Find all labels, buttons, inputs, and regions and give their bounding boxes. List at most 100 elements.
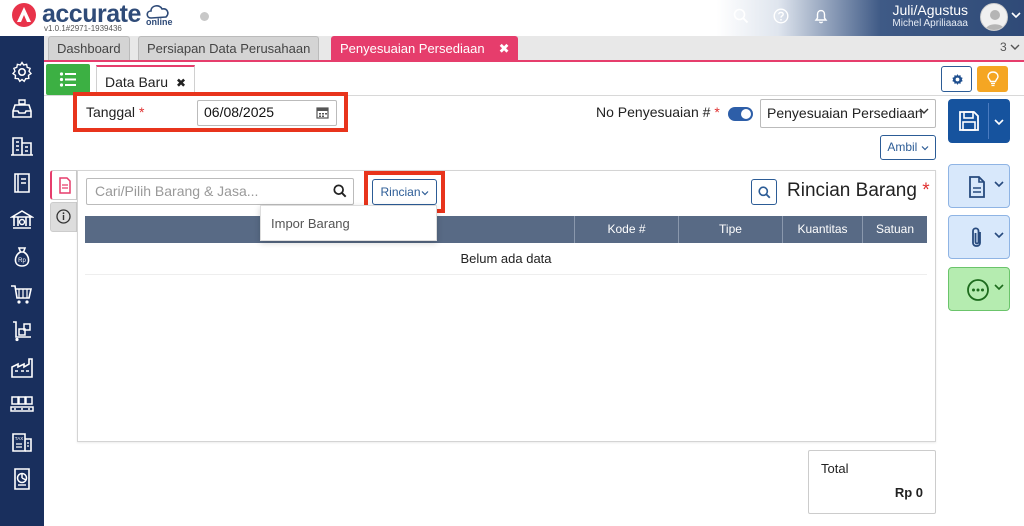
help-icon[interactable] [773,8,789,24]
col-tipe[interactable]: Tipe [678,216,782,243]
left-sidebar: Rp TAX [0,36,44,526]
ledger-book-icon[interactable] [10,171,34,195]
period-label: Juli/Agustus [892,2,968,18]
tab-info[interactable] [50,202,77,232]
required-mark: * [922,180,930,201]
close-icon[interactable]: ✖ [499,41,510,56]
col-kode[interactable]: Kode # [574,216,678,243]
settings-gear-icon[interactable] [10,60,34,84]
inbox-tray-icon[interactable] [10,97,34,121]
save-disk-icon [959,111,979,131]
status-dot [200,12,209,21]
no-penyesuaian-select[interactable]: Penyesuaian Persediaan [760,99,936,128]
chevron-down-icon[interactable] [994,118,1004,126]
total-label: Total [821,461,849,476]
tips-button[interactable] [977,66,1008,92]
subtab-label: Data Baru [105,74,169,90]
chevron-down-icon [1010,44,1020,50]
money-bag-icon[interactable]: Rp [10,245,34,269]
more-dots-icon [967,279,989,301]
menu-item-impor-barang[interactable]: Impor Barang [271,216,350,231]
avatar[interactable] [980,3,1008,31]
chevron-down-icon [994,231,1004,242]
required-mark: * [138,104,145,120]
factory-icon[interactable] [10,356,34,380]
sub-tab-bar: Data Baru ✖ [44,62,1024,96]
col-kuantitas[interactable]: Kuantitas [782,216,862,243]
save-button[interactable] [948,99,1010,143]
tab-dashboard[interactable]: Dashboard [48,36,130,60]
conveyor-boxes-icon[interactable] [10,393,34,417]
select-value: Penyesuaian Persediaan [767,105,923,121]
chevron-down-icon [994,283,1004,294]
chevron-down-icon [919,107,929,118]
search-icon[interactable] [333,184,347,198]
total-value: Rp 0 [894,485,923,500]
user-menu-chevron-icon[interactable] [1011,11,1021,22]
tab-persiapan-data-perusahaan[interactable]: Persiapan Data Perusahaan [138,36,320,60]
list-icon [59,72,76,87]
attachment-button[interactable] [948,215,1010,259]
tab-label: Penyesuaian Persediaan [340,41,485,56]
calendar-icon[interactable] [316,106,329,119]
main-tab-bar: Dashboard Persiapan Data Perusahaan Peny… [44,36,1024,62]
svg-text:Rp: Rp [18,258,26,264]
chevron-down-icon [994,180,1004,191]
tanggal-value: 06/08/2025 [204,104,275,120]
tab-penyesuaian-persediaan[interactable]: Penyesuaian Persediaan ✖ [331,36,519,60]
rincian-dropdown-button[interactable]: Rincian [372,179,437,205]
empty-table-message: Belum ada data [85,243,927,275]
tab-label: Persiapan Data Perusahaan [147,41,311,56]
tanggal-label: Tanggal * [86,104,144,120]
document-icon [969,176,985,198]
ambil-button[interactable]: Ambil [880,135,936,160]
item-search-input[interactable]: Cari/Pilih Barang & Jasa... [86,178,354,205]
tab-count: 3 [999,40,1007,54]
app-window: accurate online v1.0.1#2971-1939436 Juli… [0,0,1024,526]
split-divider [988,103,989,139]
user-name: Michel Apriliaaaa [892,18,968,29]
top-header: accurate online v1.0.1#2971-1939436 Juli… [0,0,1024,36]
search-icon[interactable] [733,8,749,24]
no-penyesuaian-label-text: No Penyesuaian # [596,104,711,120]
search-detail-button[interactable] [751,179,777,205]
document-icon [59,177,71,194]
report-chart-icon[interactable] [10,467,34,491]
table-header: Kode # Tipe Kuantitas Satuan [85,216,927,243]
tanggal-label-text: Tanggal [86,104,136,120]
total-summary: Total Rp 0 [808,450,936,514]
shopping-cart-icon[interactable] [10,282,34,306]
no-penyesuaian-label: No Penyesuaian # * [596,104,720,120]
tanggal-date-field[interactable]: 06/08/2025 [197,100,337,126]
panel-title: Rincian Barang * [787,180,930,202]
rincian-panel [77,170,936,442]
gear-icon [952,74,963,85]
tax-document-icon[interactable]: TAX [10,430,34,454]
building-icon[interactable] [10,134,34,158]
form-settings-button[interactable] [941,66,972,92]
more-actions-button[interactable] [948,267,1010,311]
accurate-logo-icon[interactable] [12,3,36,27]
brand-subtitle: online [146,17,173,27]
tab-count-menu[interactable]: 3 [1000,40,1020,54]
list-view-button[interactable] [46,64,90,95]
close-icon[interactable]: ✖ [176,76,186,90]
ambil-label: Ambil [887,140,918,154]
version-text: v1.0.1#2971-1939436 [44,24,122,33]
bank-icon[interactable] [10,208,34,232]
required-mark: * [714,104,720,120]
document-menu-button[interactable] [948,164,1010,208]
col-satuan[interactable]: Satuan [862,216,927,243]
tab-label: Dashboard [57,41,121,56]
paperclip-icon [972,227,981,247]
panel-title-text: Rincian Barang [787,180,917,201]
rincian-label: Rincian [380,185,421,199]
svg-text:TAX: TAX [15,436,23,441]
auto-number-toggle[interactable] [728,107,753,121]
tab-rincian-barang[interactable] [50,170,77,200]
bell-icon[interactable] [813,8,829,24]
hand-truck-boxes-icon[interactable] [10,319,34,343]
search-icon [758,186,771,199]
lightbulb-icon [987,71,999,87]
chevron-down-icon [921,146,929,151]
